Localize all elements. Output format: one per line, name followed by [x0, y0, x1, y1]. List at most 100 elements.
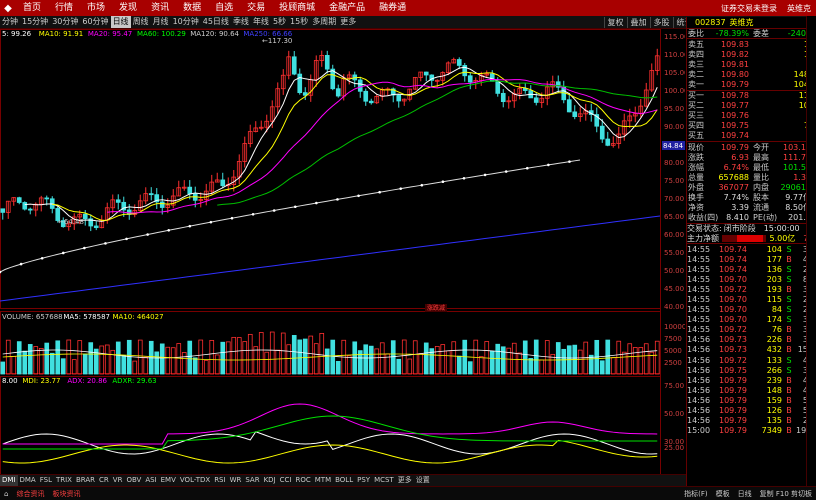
app-logo-icon[interactable]: ◆ [0, 0, 16, 16]
chart-area[interactable]: 5: 99.26 MA10: 91.91 MA20: 95.47 MA60: 100.… [0, 29, 689, 486]
indicator-tab[interactable]: ROC [293, 475, 312, 486]
buy-row[interactable]: 买五 109.744 [687, 131, 816, 141]
top-right-link[interactable]: 证券交易未登录 [716, 3, 782, 14]
period-tab[interactable]: 5秒 [271, 16, 288, 28]
top-right-link[interactable]: 英维克 [782, 3, 816, 14]
sell-row[interactable]: 卖四109.8216 [687, 49, 816, 59]
indicator-tab[interactable]: VR [111, 475, 125, 486]
sell-row[interactable]: 卖五109.8317 [687, 39, 816, 49]
sell-row[interactable]: 卖三109.815 [687, 59, 816, 69]
indicator-tab[interactable]: TRIX [54, 475, 74, 486]
chart-tool-button[interactable]: 复权 [603, 16, 627, 28]
buy-row[interactable]: 买三109.762 [687, 111, 816, 121]
period-tab[interactable]: 季线 [231, 16, 251, 28]
period-tab[interactable]: 60分钟 [80, 16, 110, 28]
tick-row[interactable]: 14:55109.70203S83 [687, 274, 816, 284]
price-axis-label: 115.00 [664, 33, 685, 41]
sell-row[interactable]: 卖二 109.80 1487 [687, 69, 816, 79]
period-tab[interactable]: 分钟 [0, 16, 20, 28]
nav-item[interactable]: 金融产品 [322, 0, 372, 16]
nav-item[interactable]: 融券通 [372, 0, 413, 16]
status-tab-news[interactable]: 综合资讯 [12, 489, 48, 499]
sell-row[interactable]: 卖一 109.79 1047 [687, 79, 816, 89]
nav-item[interactable]: 发现 [112, 0, 144, 16]
indicator-tab[interactable]: EMV [159, 475, 178, 486]
volume-bar [654, 340, 660, 375]
sell-volume: 17 [749, 40, 814, 49]
tick-row[interactable]: 14:56109.73226B36 [687, 335, 816, 345]
tick-row[interactable]: 14:55109.72193B36 [687, 284, 816, 294]
period-tab[interactable]: 日线 [110, 16, 131, 28]
tick-list[interactable]: 14:55109.74104S3914:55109.74177B4614:551… [687, 244, 816, 436]
nav-item[interactable]: 市场 [80, 0, 112, 16]
tick-row[interactable]: 14:56109.79135B25 [687, 416, 816, 426]
indicator-tab[interactable]: CCI [278, 475, 294, 486]
tick-row[interactable]: 14:55109.70115S25 [687, 294, 816, 304]
home-icon[interactable]: ⌂ [0, 490, 12, 498]
tick-row[interactable]: 14:56109.79159B54 [687, 395, 816, 405]
nav-item[interactable]: 交易 [240, 0, 272, 16]
kline-chart[interactable]: 5: 99.26 MA10: 91.91 MA20: 95.47 MA60: 100.… [0, 29, 689, 486]
status-indicator-button[interactable]: 指标(F) [680, 489, 712, 499]
period-tab[interactable]: 45日线 [201, 16, 231, 28]
status-tab-sector-news[interactable]: 板块资讯 [48, 489, 84, 499]
period-tab[interactable]: 10分钟 [171, 16, 201, 28]
indicator-tab[interactable]: PSY [355, 475, 372, 486]
tick-row[interactable]: 14:56109.75266S38 [687, 365, 816, 375]
period-tab[interactable]: 30分钟 [50, 16, 80, 28]
tick-row[interactable]: 14:55109.74177B46 [687, 254, 816, 264]
tick-row[interactable]: 14:55109.7276B37 [687, 325, 816, 335]
buy-row[interactable]: 买二109.77108 [687, 101, 816, 111]
nav-item[interactable]: 数据 [176, 0, 208, 16]
status-period-label: 日线 [737, 489, 752, 498]
period-tab[interactable]: 月线 [151, 16, 171, 28]
tick-row[interactable]: 14:56109.79148B40 [687, 385, 816, 395]
period-tab[interactable]: 15秒 [288, 16, 310, 28]
period-tab[interactable]: 多周期 [310, 16, 338, 28]
indicator-tab[interactable]: SAR [243, 475, 261, 486]
nav-item[interactable]: 首页 [16, 0, 48, 16]
indicator-tab[interactable]: MCST [372, 475, 396, 486]
tick-row[interactable]: 14:56109.79126B52 [687, 405, 816, 415]
period-tab[interactable]: 周线 [131, 16, 151, 28]
tick-row[interactable]: 14:55109.74104S39 [687, 244, 816, 254]
indicator-tab[interactable]: RSI [212, 475, 227, 486]
tick-row[interactable]: 14:56109.79239B46 [687, 375, 816, 385]
nav-item[interactable]: 资讯 [144, 0, 176, 16]
tick-row[interactable]: 14:55109.74136S25 [687, 264, 816, 274]
chart-tool-button[interactable]: 叠加 [626, 16, 650, 28]
tick-row[interactable]: 14:56109.72133S46 [687, 355, 816, 365]
indicator-tab[interactable]: FSL [38, 475, 54, 486]
buy-row[interactable]: 买一109.78117 [687, 91, 816, 101]
right-side-strip[interactable] [806, 16, 816, 486]
period-tab[interactable]: 更多 [338, 16, 358, 28]
candle-body [368, 100, 374, 104]
period-tab[interactable]: 年线 [251, 16, 271, 28]
nav-item[interactable]: 自选 [208, 0, 240, 16]
indicator-tab[interactable]: DMA [18, 475, 38, 486]
indicator-tab[interactable]: OBV [124, 475, 143, 486]
indicator-tab[interactable]: WR [228, 475, 244, 486]
tick-row[interactable]: 14:56109.73432B153 [687, 345, 816, 355]
volume-bar [638, 347, 644, 375]
volume-bar [38, 348, 44, 375]
nav-item[interactable]: 行情 [48, 0, 80, 16]
indicator-tab[interactable]: ASI [143, 475, 158, 486]
indicator-tab[interactable]: CR [97, 475, 111, 486]
indicator-tab[interactable]: 设置 [414, 475, 432, 486]
nav-item[interactable]: 投顾商城 [272, 0, 322, 16]
indicator-tab[interactable]: BOLL [333, 475, 355, 486]
indicator-tab[interactable]: VOL-TDX [178, 475, 212, 486]
buy-row[interactable]: 买四109.7576 [687, 121, 816, 131]
period-tab[interactable]: 15分钟 [20, 16, 50, 28]
indicator-tab[interactable]: 更多 [396, 475, 414, 486]
indicator-tab[interactable]: BRAR [74, 475, 97, 486]
tick-row[interactable]: 15:00109.797349B1936 [687, 426, 816, 436]
indicator-tab[interactable]: DMI [0, 475, 18, 486]
indicator-tab[interactable]: MTM [313, 475, 333, 486]
tick-row[interactable]: 14:55109.7084S22 [687, 305, 816, 315]
chart-tool-button[interactable]: 多股 [649, 16, 673, 28]
status-template-button[interactable]: 模板 [712, 489, 734, 499]
indicator-tab[interactable]: KDJ [262, 475, 278, 486]
tick-row[interactable]: 14:55109.70174S36 [687, 315, 816, 325]
